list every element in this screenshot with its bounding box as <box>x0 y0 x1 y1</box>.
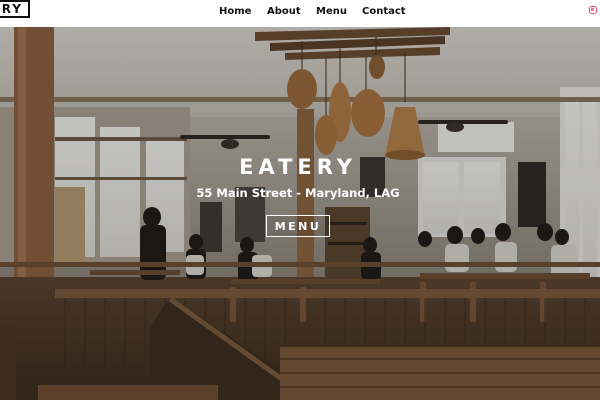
hero-title: EATERY <box>239 155 357 179</box>
nav-item-about[interactable]: About <box>267 6 301 17</box>
nav-menu: Home About Menu Contact <box>0 0 600 27</box>
nav-item-home[interactable]: Home <box>219 6 251 17</box>
nav-item-contact[interactable]: Contact <box>362 6 406 17</box>
hero-address: 55 Main Street - Maryland, LAG <box>196 186 400 200</box>
top-navbar: ERY Home About Menu Contact <box>0 0 600 27</box>
menu-button[interactable]: MENU <box>266 215 330 237</box>
nav-item-menu[interactable]: Menu <box>316 6 347 17</box>
instagram-icon[interactable] <box>589 6 597 14</box>
hero-overlay <box>0 27 600 400</box>
hero-section: EATERY 55 Main Street - Maryland, LAG ME… <box>0 27 600 400</box>
